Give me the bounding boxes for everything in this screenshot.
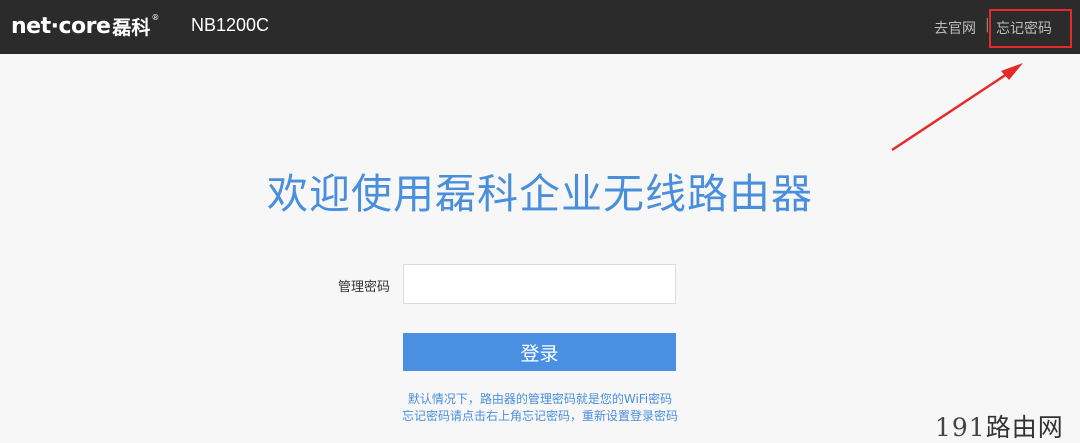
logo-chinese: 磊科	[112, 17, 151, 39]
model-name: NB1200C	[191, 15, 270, 35]
annotation-arrow-icon	[891, 63, 1023, 152]
welcome-title: 欢迎使用磊科企业无线路由器	[267, 170, 813, 218]
registered-mark: ®	[151, 13, 160, 22]
hint-forgot-password: 忘记密码请点击右上角忘记密码，重新设置登录密码	[401, 409, 678, 423]
hint-default-password: 默认情况下，路由器的管理密码就是您的WiFi密码	[407, 392, 673, 406]
top-bar: net·core 磊科® NB1200C 去官网 | 忘记密码	[0, 0, 1080, 54]
logo-wordmark: net·core	[11, 14, 111, 39]
watermark: 191路由网	[935, 408, 1064, 443]
watermark-text: 路由网	[985, 413, 1064, 442]
login-button[interactable]: 登录	[403, 333, 676, 371]
password-input[interactable]	[403, 264, 676, 304]
netcore-logo[interactable]: net·core 磊科®	[11, 13, 159, 41]
annotation-highlight-box	[989, 9, 1072, 48]
official-site-link[interactable]: 去官网	[934, 18, 976, 38]
watermark-number: 191	[935, 413, 986, 442]
password-label: 管理密码	[338, 280, 391, 295]
